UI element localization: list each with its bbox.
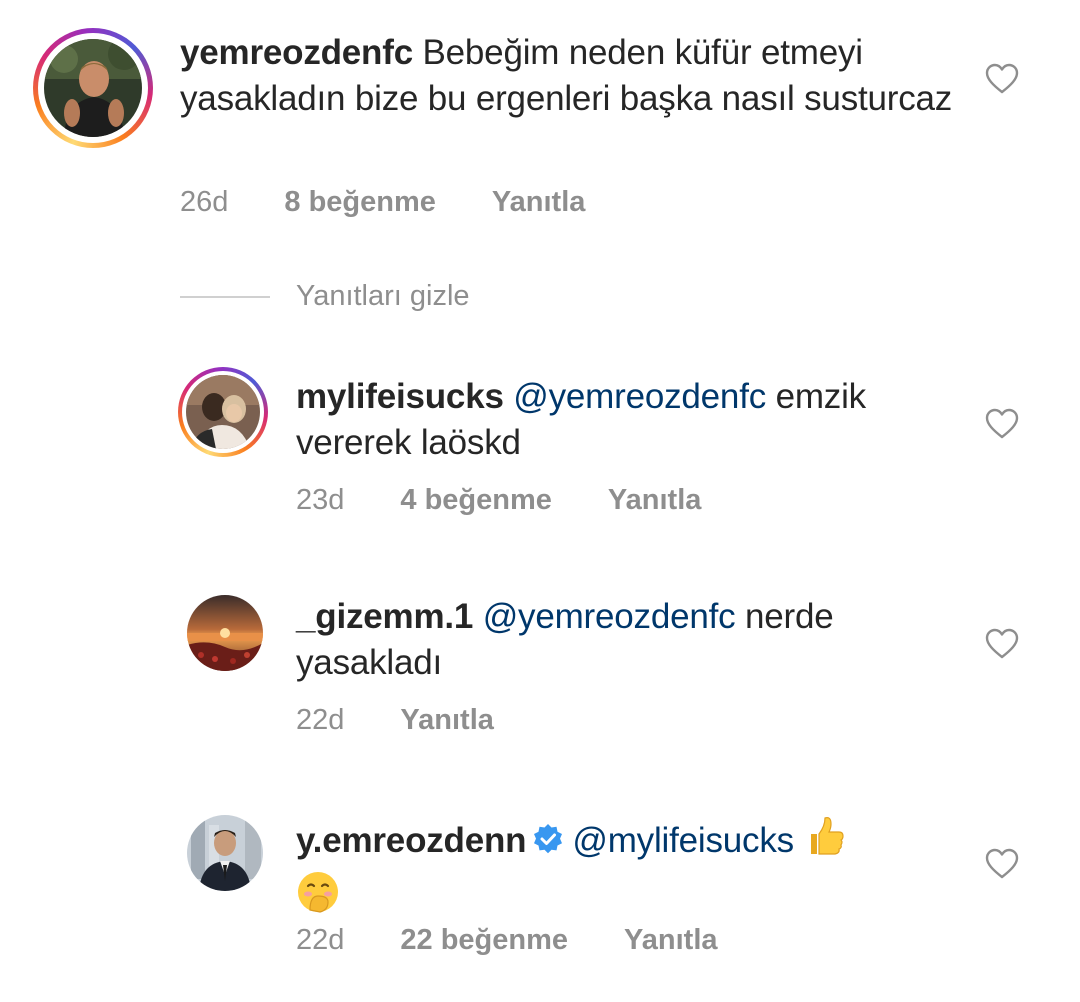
like-heart-icon[interactable] bbox=[985, 63, 1019, 95]
comment-mention[interactable]: @mylifeisucks bbox=[572, 821, 794, 860]
comment-likes[interactable]: 8 beğenme bbox=[284, 186, 436, 219]
sunset-avatar-icon bbox=[187, 595, 263, 671]
man-outdoor-avatar-icon bbox=[44, 39, 142, 137]
comment-meta: 22d 22 beğenme Yanıtla bbox=[296, 924, 718, 957]
comment-text: y.emreozdenn @mylifeisucks bbox=[296, 814, 956, 926]
comment-likes[interactable]: 22 beğenme bbox=[400, 924, 568, 957]
reply-button[interactable]: Yanıtla bbox=[608, 484, 702, 517]
comment-meta: 26d 8 beğenme Yanıtla bbox=[180, 186, 585, 219]
comment-text: mylifeisucks @yemreozdenfc emzik vererek… bbox=[296, 374, 956, 466]
couple-avatar-icon bbox=[186, 375, 260, 449]
avatar[interactable] bbox=[186, 375, 260, 449]
like-heart-icon[interactable] bbox=[985, 408, 1019, 440]
avatar[interactable] bbox=[187, 595, 263, 671]
reply-comment: _gizemm.1 @yemreozdenfc nerde yasakladı … bbox=[0, 580, 1080, 760]
comment-likes[interactable]: 4 beğenme bbox=[400, 484, 552, 517]
avatar[interactable] bbox=[44, 39, 142, 137]
comment-text: _gizemm.1 @yemreozdenfc nerde yasakladı bbox=[296, 594, 956, 686]
reply-button[interactable]: Yanıtla bbox=[400, 704, 494, 737]
like-heart-icon[interactable] bbox=[985, 628, 1019, 660]
comment-username[interactable]: mylifeisucks bbox=[296, 377, 504, 416]
reply-comment: mylifeisucks @yemreozdenfc emzik vererek… bbox=[0, 360, 1080, 540]
hide-replies-toggle[interactable]: Yanıtları gizle bbox=[180, 280, 470, 313]
hand-over-mouth-icon bbox=[296, 870, 340, 926]
avatar[interactable] bbox=[187, 815, 263, 891]
man-suit-avatar-icon bbox=[187, 815, 263, 891]
reply-comment: y.emreozdenn @mylifeisucks 22d 22 beğenme… bbox=[0, 800, 1080, 1000]
comment-username[interactable]: y.emreozdenn bbox=[296, 821, 527, 860]
comment-meta: 22d Yanıtla bbox=[296, 704, 494, 737]
thumbs-up-icon bbox=[803, 814, 847, 870]
comment-mention[interactable]: @yemreozdenfc bbox=[483, 597, 736, 636]
reply-button[interactable]: Yanıtla bbox=[624, 924, 718, 957]
like-heart-icon[interactable] bbox=[985, 848, 1019, 880]
comment-time: 23d bbox=[296, 484, 345, 516]
reply-button[interactable]: Yanıtla bbox=[492, 186, 586, 219]
comment-time: 26d bbox=[180, 186, 229, 218]
comment-meta: 23d 4 beğenme Yanıtla bbox=[296, 484, 701, 517]
comment-text: yemreozdenfc Bebeğim neden küfür etmeyi … bbox=[180, 30, 970, 122]
comment-time: 22d bbox=[296, 924, 345, 956]
hide-replies-label[interactable]: Yanıtları gizle bbox=[296, 280, 470, 313]
comment-username[interactable]: yemreozdenfc bbox=[180, 33, 413, 72]
comment-time: 22d bbox=[296, 704, 345, 736]
comment-mention[interactable]: @yemreozdenfc bbox=[513, 377, 766, 416]
divider-line bbox=[180, 295, 270, 298]
comment-main: yemreozdenfc Bebeğim neden küfür etmeyi … bbox=[0, 0, 1080, 260]
comment-username[interactable]: _gizemm.1 bbox=[296, 597, 473, 636]
verified-badge-icon bbox=[532, 821, 564, 867]
